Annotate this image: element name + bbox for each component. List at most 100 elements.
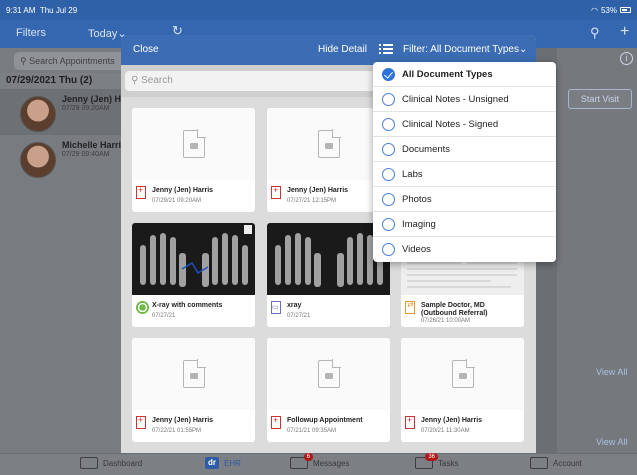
- document-title: Jenny (Jen) Harris: [287, 187, 349, 194]
- search-placeholder: Search: [141, 75, 173, 86]
- tasks-icon: 36: [415, 453, 438, 469]
- appointments-search-input[interactable]: ⚲ Search Appointments: [14, 52, 126, 70]
- battery-percent: 53%: [600, 5, 617, 15]
- pdf-icon: [136, 415, 146, 429]
- start-visit-button[interactable]: Start Visit: [568, 89, 632, 109]
- dashboard-icon: [80, 457, 98, 469]
- bottom-tabbar: Dashboard dr EHR 6 Messages 36 Tasks Acc…: [0, 453, 637, 475]
- document-title: Jenny (Jen) Harris: [152, 187, 214, 194]
- option-label: Clinical Notes - Unsigned: [402, 93, 509, 105]
- tab-label: EHR: [224, 458, 241, 468]
- document-date: 07/29/21 09:20AM: [152, 198, 202, 204]
- tab-label: Messages: [313, 458, 350, 468]
- status-time-date: 9:31 AM Thu Jul 29: [6, 6, 77, 15]
- appointments-search-placeholder: Search Appointments: [29, 56, 115, 66]
- filter-option-imaging[interactable]: Imaging: [373, 212, 556, 237]
- xray-thumbnail: [267, 223, 390, 295]
- document-card[interactable]: Jenny (Jen) Harris 07/20/21 11:30AM: [401, 338, 524, 442]
- battery-icon: [620, 7, 631, 13]
- document-title: X-ray with comments: [152, 302, 223, 309]
- tab-label: Dashboard: [103, 458, 143, 468]
- xray-hands-image: [140, 225, 252, 287]
- pdf-icon: [136, 185, 146, 199]
- filters-button[interactable]: Filters: [16, 27, 46, 39]
- filter-option-all[interactable]: All Document Types: [373, 62, 556, 87]
- document-date: 07/20/21 11:30AM: [421, 428, 470, 434]
- option-label: Imaging: [402, 218, 436, 230]
- info-icon[interactable]: i: [620, 52, 633, 65]
- appointment-item[interactable]: Michelle Harris 07/29 09:40AM: [0, 135, 126, 181]
- tab-dashboard[interactable]: Dashboard: [80, 457, 142, 469]
- date-header: 07/29/2021 Thu (2): [0, 73, 126, 89]
- option-label: Documents: [402, 143, 451, 155]
- messages-badge: 6: [303, 453, 313, 461]
- document-title: xray: [287, 302, 302, 309]
- ehr-icon: dr: [205, 457, 219, 469]
- tasks-badge: 36: [425, 453, 438, 461]
- locked-document-icon: [451, 359, 475, 388]
- avatar: [20, 142, 56, 178]
- pdf-icon: [271, 185, 281, 199]
- document-title: Followup Appointment: [287, 417, 363, 424]
- filter-option-videos[interactable]: Videos: [373, 237, 556, 262]
- document-card[interactable]: X-ray with comments 07/27/21: [132, 223, 255, 327]
- status-time: 9:31 AM: [6, 5, 36, 15]
- document-card[interactable]: Jenny (Jen) Harris 07/29/21 09:20AM: [132, 108, 255, 212]
- filter-option-labs[interactable]: Labs: [373, 162, 556, 187]
- locked-document-icon: [182, 359, 206, 388]
- tab-account[interactable]: Account: [530, 457, 582, 469]
- add-icon[interactable]: +: [620, 23, 629, 41]
- tab-ehr[interactable]: dr EHR: [205, 457, 241, 469]
- document-card[interactable]: Jenny (Jen) Harris 07/27/21 12:15PM: [267, 108, 390, 212]
- comment-icon: [136, 301, 149, 314]
- document-card[interactable]: xray 07/27/21: [267, 223, 390, 327]
- xray-hands-image: [275, 233, 383, 287]
- tab-messages[interactable]: 6 Messages: [290, 453, 350, 469]
- document-date: 07/27/21: [152, 313, 176, 319]
- option-label: Clinical Notes - Signed: [402, 118, 499, 130]
- list-icon[interactable]: [379, 42, 393, 56]
- close-button[interactable]: Close: [133, 44, 159, 55]
- document-type-dropdown: All Document Types Clinical Notes - Unsi…: [373, 62, 556, 262]
- document-date: 07/21/21 09:35AM: [287, 428, 337, 434]
- filter-option-clinical-unsigned[interactable]: Clinical Notes - Unsigned: [373, 87, 556, 112]
- pdf-icon: [271, 415, 281, 429]
- referral-icon: [405, 300, 415, 314]
- document-date: 07/27/21: [287, 313, 311, 319]
- radio-icon: [382, 192, 395, 206]
- document-card[interactable]: Jenny (Jen) Harris 07/22/21 01:55PM: [132, 338, 255, 442]
- avatar: [20, 96, 56, 132]
- filter-option-documents[interactable]: Documents: [373, 137, 556, 162]
- locked-document-icon: [182, 129, 206, 158]
- view-all-link[interactable]: View All: [596, 367, 627, 377]
- document-card[interactable]: Followup Appointment 07/21/21 09:35AM: [267, 338, 390, 442]
- option-label: Videos: [402, 244, 431, 255]
- search-icon[interactable]: ⚲: [590, 25, 600, 41]
- document-thumbnail: [132, 338, 255, 410]
- view-all-link[interactable]: View All: [596, 437, 627, 447]
- appointment-item[interactable]: Jenny (Jen) Harris 07/29 09:20AM: [0, 89, 141, 135]
- radio-icon: [382, 243, 395, 256]
- option-label: All Document Types: [402, 68, 493, 80]
- document-date: 07/26/21 10:00AM: [421, 318, 471, 324]
- tab-tasks[interactable]: 36 Tasks: [415, 453, 458, 469]
- document-thumbnail: [401, 338, 524, 410]
- locked-document-icon: [317, 359, 341, 388]
- document-type-filter[interactable]: Filter: All Document Types⌄: [403, 44, 527, 55]
- document-title: Jenny (Jen) Harris: [421, 417, 483, 424]
- hide-detail-button[interactable]: Hide Detail: [318, 44, 367, 55]
- filter-option-photos[interactable]: Photos: [373, 187, 556, 212]
- document-thumbnail: [132, 108, 255, 180]
- radio-icon: [382, 167, 395, 181]
- status-right: ◠ 53%: [591, 6, 631, 15]
- document-search-input[interactable]: ⚲ Search: [125, 71, 405, 91]
- document-title: Jenny (Jen) Harris: [152, 417, 214, 424]
- document-thumbnail: [267, 338, 390, 410]
- document-title: Sample Doctor, MD (Outbound Referral): [421, 302, 488, 317]
- modal-header: Close Hide Detail Filter: All Document T…: [121, 35, 536, 65]
- messages-icon: 6: [290, 453, 313, 469]
- wifi-icon: ◠: [591, 5, 598, 15]
- appointment-name: Michelle Harris: [62, 140, 127, 150]
- filter-option-clinical-signed[interactable]: Clinical Notes - Signed: [373, 112, 556, 137]
- radio-icon: [382, 117, 395, 131]
